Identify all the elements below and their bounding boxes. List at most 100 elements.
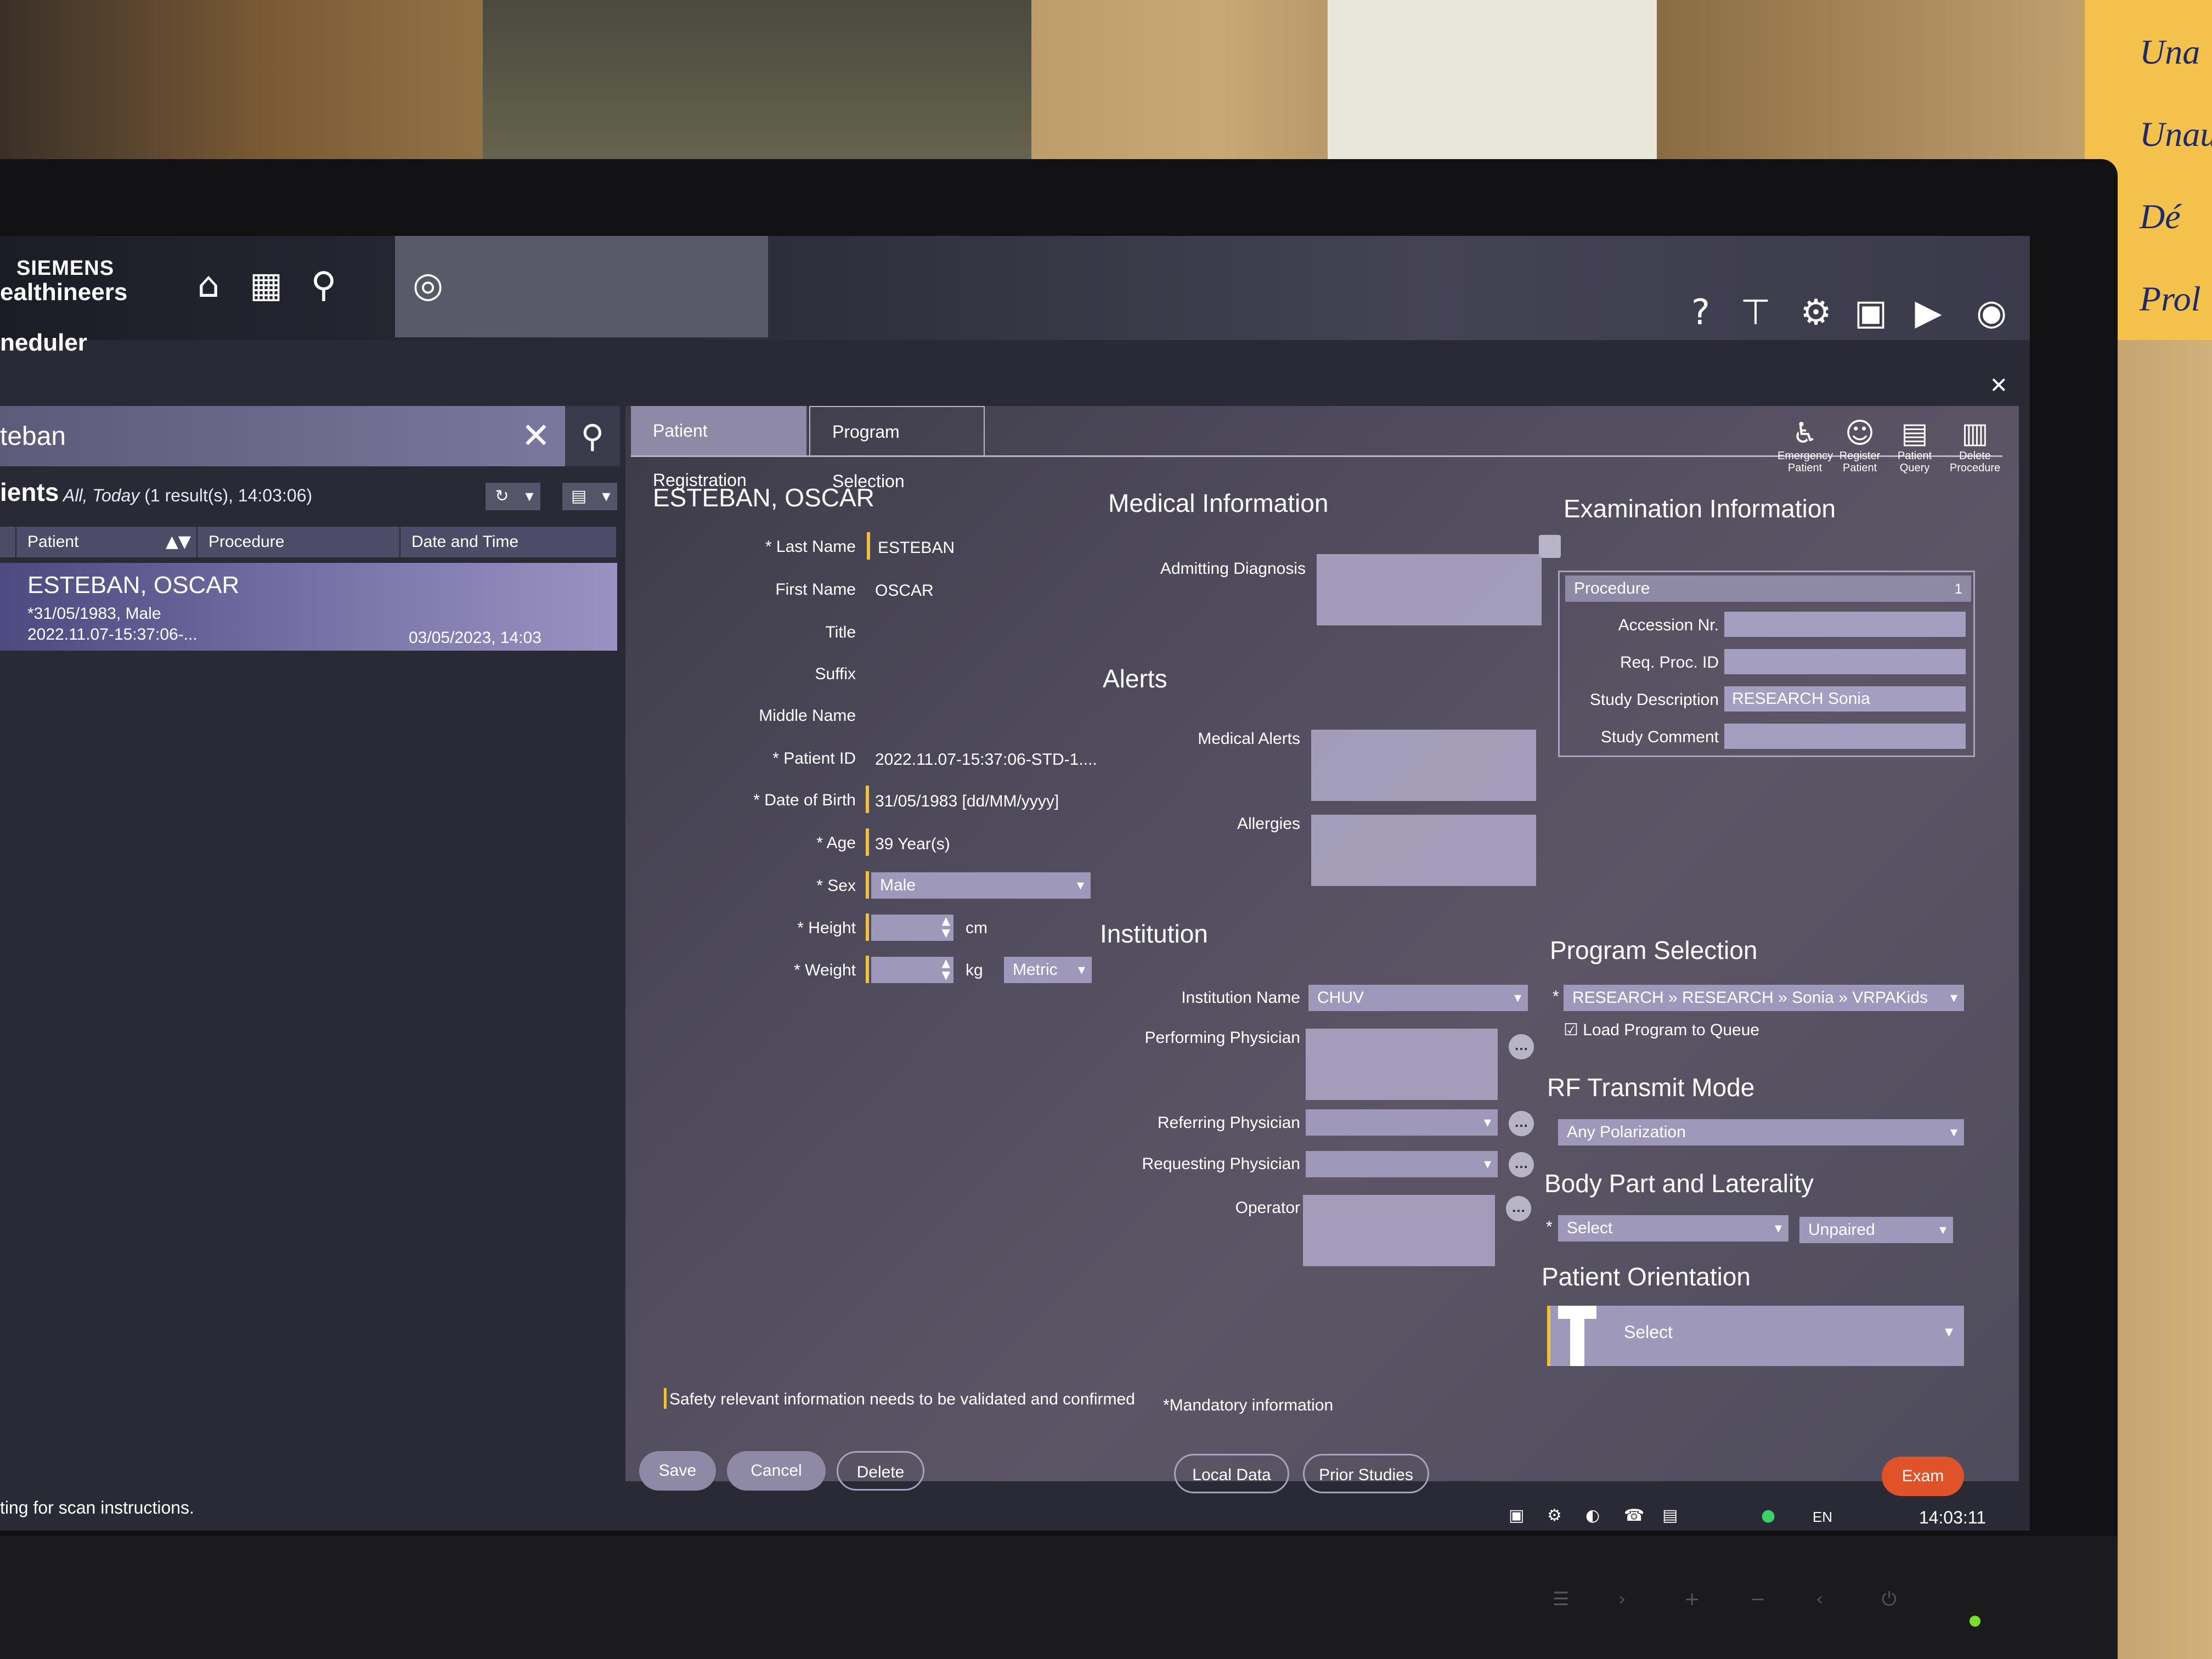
- cancel-button[interactable]: Cancel: [727, 1451, 826, 1491]
- load-program-checkbox[interactable]: ☑ Load Program to Queue: [1564, 1020, 1759, 1040]
- institution-name-select[interactable]: CHUV ▾: [1308, 985, 1528, 1011]
- column-header-patient[interactable]: Patient ▲▼: [16, 527, 198, 557]
- status-ok-icon[interactable]: ●: [1761, 1506, 1775, 1525]
- exam-button[interactable]: Exam: [1882, 1457, 1964, 1496]
- clear-search-icon[interactable]: ✕: [521, 416, 551, 456]
- study-description-field[interactable]: RESEARCH Sonia: [1724, 686, 1966, 712]
- chevron-down-icon: ▾: [1514, 990, 1521, 1006]
- search-icon[interactable]: ⚲: [565, 406, 620, 466]
- patient-schedule-icon[interactable]: ▦: [244, 263, 288, 307]
- mandatory-footnote: *Mandatory information: [1163, 1396, 1334, 1414]
- performing-physician-more-button[interactable]: …: [1509, 1034, 1534, 1059]
- refresh-icon[interactable]: ↻: [486, 483, 518, 510]
- background-wall-panel: [1328, 0, 1657, 176]
- study-description-label: Study Description: [1589, 691, 1719, 709]
- monitor-menu-icon[interactable]: ☰: [1553, 1588, 1569, 1610]
- save-button[interactable]: Save: [639, 1451, 716, 1491]
- units-select[interactable]: Metric ▾: [1004, 957, 1092, 983]
- view-mode-icon[interactable]: ▤: [562, 483, 595, 510]
- column-selector[interactable]: [0, 527, 16, 557]
- patient-browser-icon[interactable]: ⚲: [302, 263, 346, 307]
- device-icon[interactable]: ⚙: [1547, 1506, 1562, 1525]
- search-bar[interactable]: teban ✕ ⚲: [0, 406, 620, 466]
- column-header-procedure[interactable]: Procedure: [198, 527, 400, 557]
- patient-orientation-select[interactable]: Select ▾: [1547, 1306, 1964, 1366]
- patient-heading: ESTEBAN, OSCAR: [653, 483, 874, 512]
- stepper-arrows-icon[interactable]: ▲ ▼: [942, 957, 950, 981]
- medical-alerts-field[interactable]: [1311, 730, 1536, 801]
- procedure-header[interactable]: Procedure 1: [1565, 575, 1971, 602]
- patient-id-field[interactable]: 2022.11.07-15:37:06-STD-1....: [875, 751, 1097, 769]
- settings-icon[interactable]: ⚙: [1794, 291, 1838, 335]
- performing-physician-field[interactable]: [1306, 1029, 1498, 1100]
- network-icon[interactable]: ▣: [1509, 1506, 1524, 1525]
- program-path-select[interactable]: RESEARCH » RESEARCH » Sonia » VRPAKids ▾: [1564, 985, 1964, 1011]
- admitting-diagnosis-field[interactable]: [1317, 554, 1542, 625]
- weight-stepper[interactable]: ▲ ▼: [871, 957, 953, 983]
- last-name-field[interactable]: ESTEBAN: [878, 539, 955, 557]
- stepper-arrows-icon[interactable]: ▲ ▼: [942, 915, 950, 939]
- last-name-more-button[interactable]: [1539, 535, 1561, 558]
- sort-filter-icon[interactable]: ▲▼: [166, 527, 191, 557]
- table-row[interactable]: ESTEBAN, OSCAR *31/05/1983, Male 2022.11…: [0, 563, 617, 651]
- operator-field[interactable]: [1303, 1195, 1495, 1266]
- row-patient-name: ESTEBAN, OSCAR: [27, 572, 240, 599]
- rf-transmit-select[interactable]: Any Polarization ▾: [1558, 1119, 1964, 1146]
- monitor-plus-icon[interactable]: +: [1684, 1588, 1700, 1610]
- sex-select[interactable]: Male ▾: [871, 872, 1091, 899]
- view-mode-chevron-icon[interactable]: ▾: [595, 483, 617, 510]
- first-name-field[interactable]: OSCAR: [875, 582, 934, 600]
- medical-alerts-label: Medical Alerts: [1198, 730, 1300, 748]
- monitor-power-icon[interactable]: ⏻: [1882, 1588, 1897, 1610]
- phone-icon[interactable]: ☎: [1624, 1506, 1644, 1525]
- close-icon[interactable]: ✕: [1989, 373, 2008, 398]
- chevron-down-icon: ▾: [1483, 1156, 1491, 1172]
- last-name-label: * Last Name: [765, 538, 856, 556]
- toolbox-icon[interactable]: ▣: [1849, 291, 1893, 335]
- height-stepper[interactable]: ▲ ▼: [871, 915, 953, 941]
- local-data-button[interactable]: Local Data: [1174, 1454, 1289, 1493]
- requesting-physician-select[interactable]: ▾: [1306, 1151, 1498, 1177]
- laterality-select[interactable]: Unpaired ▾: [1799, 1217, 1953, 1243]
- tab-program-selection[interactable]: Program Selection: [809, 406, 985, 491]
- row-datetime: 03/05/2023, 14:03: [409, 629, 541, 647]
- coil-icon[interactable]: ◐: [1585, 1506, 1600, 1525]
- monitor-minus-icon[interactable]: −: [1750, 1588, 1766, 1610]
- rf-transmit-heading: RF Transmit Mode: [1547, 1073, 1755, 1102]
- search-input[interactable]: teban: [0, 421, 66, 452]
- monitor-next-icon[interactable]: ›: [1618, 1588, 1626, 1610]
- user-icon[interactable]: ◉: [1970, 291, 2013, 335]
- age-field[interactable]: 39 Year(s): [875, 835, 950, 854]
- weight-unit: kg: [966, 961, 983, 979]
- accession-field[interactable]: [1724, 612, 1966, 637]
- operator-more-button[interactable]: …: [1506, 1196, 1531, 1221]
- study-comment-field[interactable]: [1724, 724, 1966, 749]
- camera-icon[interactable]: ▶: [1906, 291, 1950, 335]
- prior-studies-button[interactable]: Prior Studies: [1303, 1454, 1429, 1493]
- structure-icon[interactable]: ⊤: [1734, 291, 1778, 335]
- storage-icon[interactable]: ▤: [1662, 1506, 1678, 1525]
- tab-patient-registration[interactable]: Patient Registration: [631, 406, 806, 490]
- delete-button[interactable]: Delete: [837, 1451, 924, 1491]
- allergies-field[interactable]: [1311, 815, 1536, 886]
- patient-query-button[interactable]: ▤ Patient Query: [1887, 417, 1942, 474]
- background-window: [483, 0, 1031, 181]
- delete-procedure-button[interactable]: ▥ Delete Procedure: [1948, 417, 2002, 474]
- referring-physician-more-button[interactable]: …: [1509, 1111, 1534, 1136]
- chevron-down-icon: ▾: [1774, 1220, 1782, 1237]
- help-icon[interactable]: ?: [1679, 291, 1723, 335]
- column-header-date[interactable]: Date and Time: [400, 527, 617, 557]
- language-indicator[interactable]: EN: [1813, 1509, 1832, 1526]
- refresh-menu-chevron-icon[interactable]: ▾: [518, 483, 540, 510]
- dob-field[interactable]: 31/05/1983 [dd/MM/yyyy]: [875, 792, 1059, 811]
- referring-physician-select[interactable]: ▾: [1306, 1109, 1498, 1136]
- emergency-patient-button[interactable]: ♿ Emergency Patient: [1778, 417, 1833, 474]
- monitor-back-icon[interactable]: ‹: [1816, 1588, 1824, 1610]
- req-proc-field[interactable]: [1724, 649, 1966, 674]
- status-message: ting for scan instructions.: [0, 1498, 194, 1517]
- body-part-select[interactable]: Select ▾: [1558, 1215, 1788, 1242]
- requesting-physician-more-button[interactable]: …: [1509, 1152, 1534, 1177]
- active-workflow-tab[interactable]: ◎: [395, 236, 768, 337]
- home-icon[interactable]: ⌂: [187, 263, 230, 307]
- register-patient-button[interactable]: ☺ Register Patient: [1832, 417, 1887, 474]
